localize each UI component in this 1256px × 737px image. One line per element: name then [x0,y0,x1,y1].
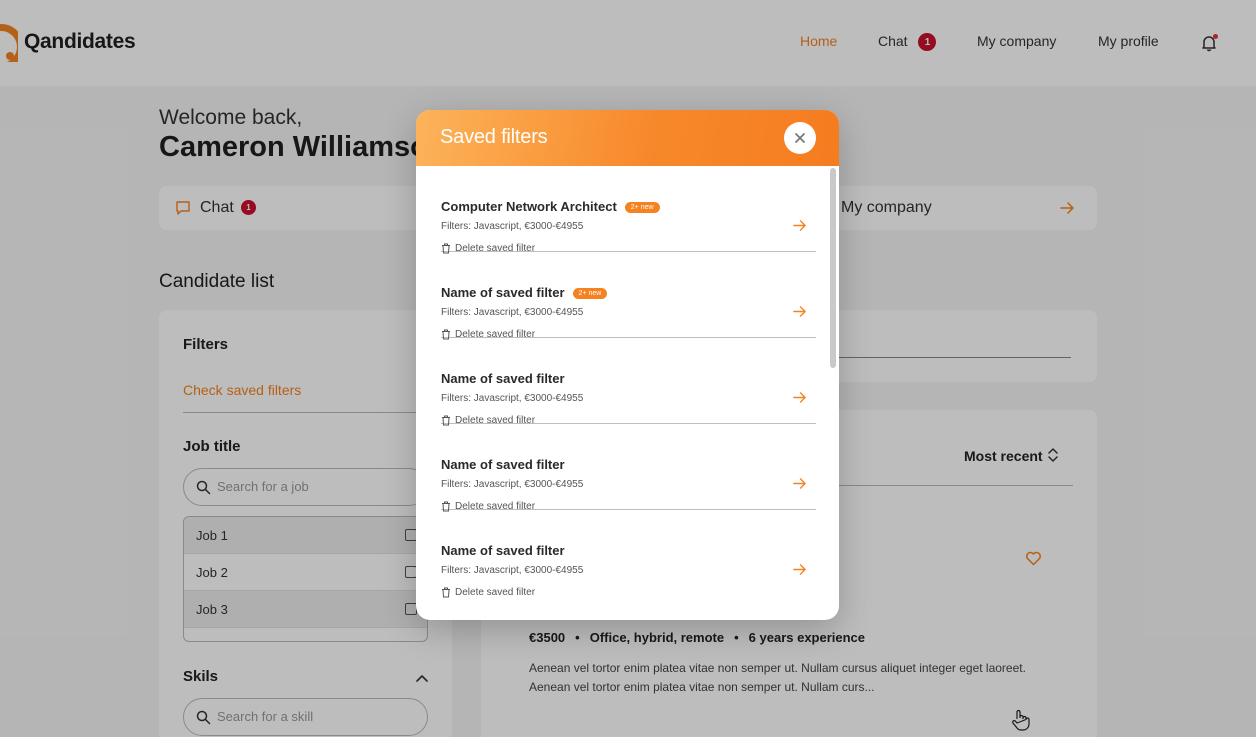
saved-filter-name: Name of saved filter [441,543,565,558]
saved-filter-item[interactable]: Name of saved filter Filters: Javascript… [441,510,816,598]
saved-filter-title: Computer Network Architect [441,199,617,214]
close-icon [795,133,805,143]
new-badge: 2+ new [624,202,660,213]
new-badge: 2+ new [572,288,608,299]
trash-icon [442,587,450,598]
saved-filter-name: Computer Network Architect 2+ new [441,199,660,214]
saved-filter-item[interactable]: Name of saved filter Filters: Javascript… [441,424,816,512]
arrow-right-icon[interactable] [792,304,807,319]
arrow-right-icon[interactable] [792,390,807,405]
saved-filter-desc: Filters: Javascript, €3000-€4955 [441,307,584,318]
modal-scrollbar[interactable] [830,168,836,368]
delete-saved-filter[interactable]: Delete saved filter [441,587,535,598]
arrow-right-icon[interactable] [792,476,807,491]
saved-filter-name: Name of saved filter 2+ new [441,285,608,300]
saved-filter-name: Name of saved filter [441,457,565,472]
saved-filter-name: Name of saved filter [441,371,565,386]
saved-filter-desc: Filters: Javascript, €3000-€4955 [441,393,584,404]
arrow-right-icon[interactable] [792,562,807,577]
modal-header: Saved filters [416,110,839,166]
saved-filter-title: Name of saved filter [441,285,565,300]
close-button[interactable] [784,122,816,154]
saved-filter-desc: Filters: Javascript, €3000-€4955 [441,479,584,490]
saved-filter-item[interactable]: Computer Network Architect 2+ new Filters… [441,166,816,254]
saved-filter-item[interactable]: Name of saved filter 2+ new Filters: Java… [441,252,816,340]
saved-filters-list: Computer Network Architect 2+ new Filters… [416,166,839,620]
saved-filters-modal: Saved filters Computer Network Architect… [416,110,839,620]
saved-filter-desc: Filters: Javascript, €3000-€4955 [441,565,584,576]
delete-saved-filter-label: Delete saved filter [455,587,536,598]
arrow-right-icon[interactable] [792,218,807,233]
saved-filter-desc: Filters: Javascript, €3000-€4955 [441,221,584,232]
modal-title: Saved filters [440,126,548,148]
saved-filter-item[interactable]: Name of saved filter Filters: Javascript… [441,338,816,426]
